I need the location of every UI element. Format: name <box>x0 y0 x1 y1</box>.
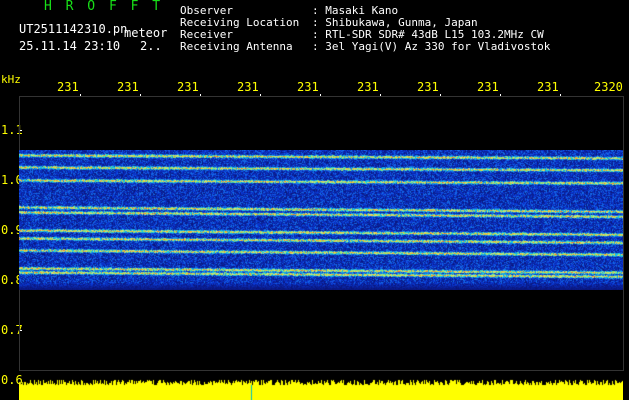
count-label: 2.. <box>140 39 162 53</box>
logo-text: H R O F F T <box>44 0 164 14</box>
x-tick: 2320 <box>594 80 623 94</box>
x-tick: 231 <box>297 80 319 94</box>
x-tick: 231 <box>537 80 559 94</box>
antenna-value: : 3el Yagi(V) Az 330 for Vladivostok <box>312 40 551 53</box>
antenna-label: Receiving Antenna <box>180 40 293 53</box>
x-tick: 231 <box>357 80 379 94</box>
axis-unit: kHz <box>1 73 21 86</box>
x-tick: 231 <box>237 80 259 94</box>
filename-label: UT2511142310.pn <box>19 22 128 36</box>
receiver-value: : RTL-SDR SDR# 43dB L15 103.2MHz CW <box>312 28 544 41</box>
x-tick: 231 <box>57 80 79 94</box>
x-tick: 231 <box>417 80 439 94</box>
receiver-label: Receiver <box>180 28 233 41</box>
observer-value: : Masaki Kano <box>312 4 399 17</box>
location-label: Receiving Location <box>180 16 300 29</box>
observer-label: Observer <box>180 4 233 17</box>
x-tick: 231 <box>477 80 499 94</box>
x-tick: 231 <box>177 80 199 94</box>
meteor-label: meteor <box>124 26 168 40</box>
location-value: : Shibukawa, Gunma, Japan <box>312 16 478 29</box>
spectrogram-image <box>19 150 623 290</box>
datetime-label: 25.11.14 23:10 <box>19 39 121 53</box>
baseline-noise <box>19 377 623 400</box>
x-tick: 231 <box>117 80 139 94</box>
